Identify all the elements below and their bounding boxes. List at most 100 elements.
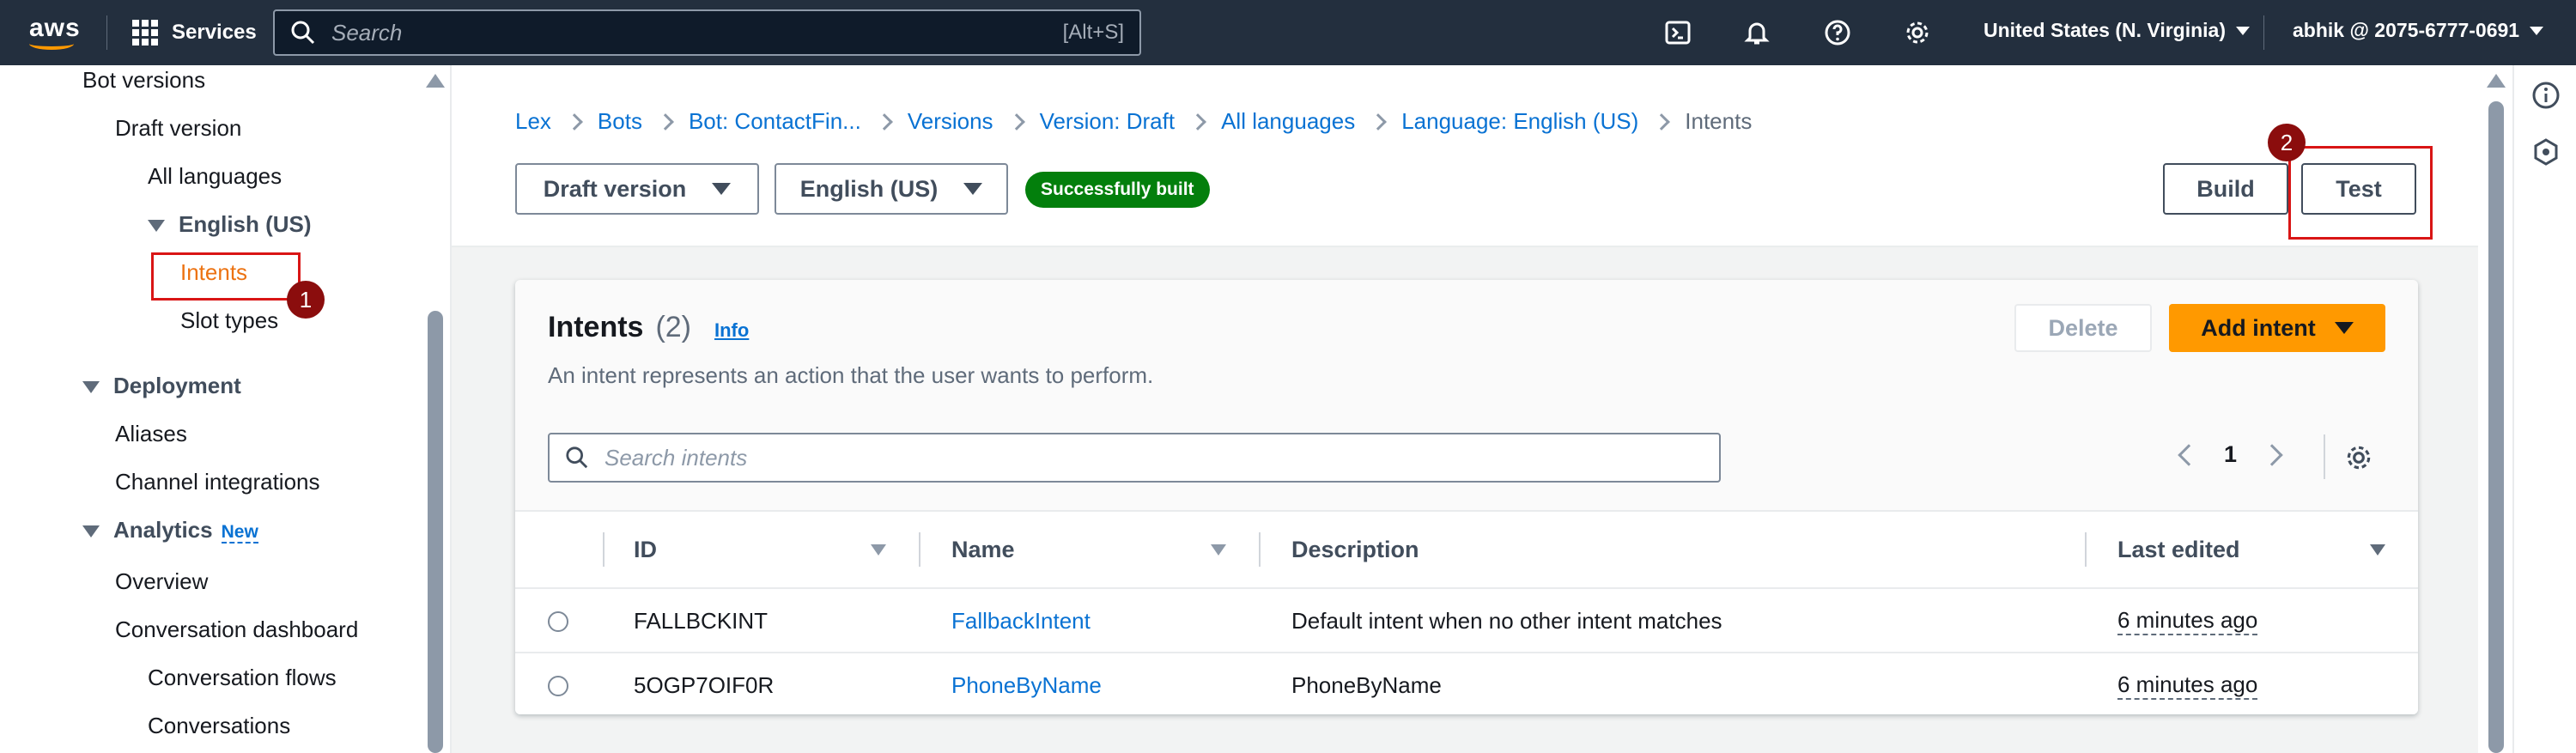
region-selector[interactable]: United States (N. Virginia) — [1984, 19, 2251, 42]
intents-table: ID Name Description Last edited FALLBCKI… — [515, 510, 2418, 714]
nav-divider — [2263, 15, 2264, 50]
column-header-label: ID — [634, 536, 657, 562]
breadcrumb-bot[interactable]: Bot: ContactFin... — [689, 108, 861, 135]
sort-icon[interactable] — [871, 544, 886, 556]
version-select-label: Draft version — [543, 175, 687, 202]
sidebar-item-conversation-flows[interactable]: Conversation flows — [148, 665, 337, 691]
table-settings-gear-icon[interactable] — [2344, 443, 2373, 472]
breadcrumb-version-draft[interactable]: Version: Draft — [1040, 108, 1176, 135]
sidebar-item-english-us[interactable]: English (US) — [148, 211, 312, 238]
breadcrumb-versions[interactable]: Versions — [908, 108, 993, 135]
last-edited-value[interactable]: 6 minutes ago — [2117, 607, 2258, 635]
column-header-last-edited[interactable]: Last edited — [2117, 512, 2240, 587]
sidebar-item-aliases[interactable]: Aliases — [115, 421, 187, 447]
left-sidebar: Bot versions Draft version All languages… — [0, 65, 450, 753]
scroll-up-arrow-icon[interactable] — [2487, 74, 2506, 88]
previous-page-icon[interactable] — [2178, 443, 2200, 466]
caret-down-icon — [963, 183, 983, 195]
table-row[interactable]: FALLBCKINT FallbackIntent Default intent… — [515, 587, 2418, 652]
row-select-radio[interactable] — [548, 589, 568, 653]
pagination: 1 — [2178, 441, 2283, 468]
language-select[interactable]: English (US) — [775, 163, 1008, 215]
breadcrumb-lex[interactable]: Lex — [515, 108, 551, 135]
panel-title: Intents — [548, 311, 644, 343]
last-edited-cell: 6 minutes ago — [2117, 589, 2258, 653]
chevron-right-icon — [875, 112, 893, 131]
sidebar-item-channel-integrations[interactable]: Channel integrations — [115, 469, 320, 495]
intent-name-link[interactable]: PhoneByName — [951, 672, 1102, 699]
intent-name-link[interactable]: FallbackIntent — [951, 608, 1091, 635]
expand-caret-icon — [148, 220, 165, 233]
gear-icon[interactable] — [1900, 15, 1935, 50]
main-scroll-thumb[interactable] — [2488, 101, 2504, 753]
bell-icon[interactable] — [1740, 15, 1774, 50]
search-shortcut-hint: [Alt+S] — [1062, 21, 1124, 44]
new-badge: New — [221, 522, 258, 543]
sidebar-scroll-thumb[interactable] — [428, 311, 443, 753]
breadcrumb-current: Intents — [1685, 108, 1753, 134]
intent-id: 5OGP7OIF0R — [634, 672, 775, 698]
next-page-icon[interactable] — [2261, 443, 2283, 466]
row-select-radio[interactable] — [548, 653, 568, 718]
intents-panel: Intents (2) Info An intent represents an … — [515, 280, 2418, 714]
column-header-name[interactable]: Name — [951, 512, 1015, 587]
sidebar-section-deployment[interactable]: Deployment — [82, 373, 241, 399]
add-intent-button[interactable]: Add intent — [2169, 304, 2385, 352]
sort-icon[interactable] — [1211, 544, 1226, 556]
account-menu[interactable]: abhik @ 2075-6777-0691 — [2293, 19, 2544, 42]
add-intent-label: Add intent — [2201, 314, 2316, 341]
breadcrumb-language[interactable]: Language: English (US) — [1401, 108, 1638, 135]
sidebar-item-bot-versions[interactable]: Bot versions — [82, 67, 205, 94]
sidebar-item-all-languages[interactable]: All languages — [148, 163, 282, 190]
chevron-right-icon — [1653, 112, 1671, 131]
sidebar-item-conversation-dashboard[interactable]: Conversation dashboard — [115, 616, 358, 643]
services-menu-button[interactable]: Services — [132, 17, 257, 48]
top-navigation-bar: aws Services [Alt+S] United States (N. V… — [0, 0, 2576, 65]
page-header: Lex Bots Bot: ContactFin... Versions Ver… — [452, 65, 2478, 247]
radio-button[interactable] — [548, 675, 568, 696]
intent-search-input[interactable] — [605, 444, 1719, 471]
sort-descending-icon[interactable] — [2370, 544, 2385, 556]
sidebar-item-draft-version[interactable]: Draft version — [115, 115, 241, 142]
aws-smile-icon — [29, 38, 74, 50]
intent-id: FALLBCKINT — [634, 608, 769, 634]
caret-down-icon — [2334, 322, 2354, 334]
scroll-up-arrow-icon[interactable] — [426, 74, 445, 88]
pager-divider — [2324, 434, 2325, 479]
sidebar-item-overview[interactable]: Overview — [115, 568, 208, 595]
intent-name-cell: FallbackIntent — [951, 589, 1091, 653]
table-row[interactable]: 5OGP7OIF0R PhoneByName PhoneByName 6 min… — [515, 652, 2418, 716]
info-link[interactable]: Info — [714, 319, 749, 342]
expand-caret-icon — [82, 525, 100, 538]
info-icon[interactable] — [2531, 81, 2561, 110]
breadcrumb-all-languages[interactable]: All languages — [1221, 108, 1355, 135]
column-header-id[interactable]: ID — [634, 512, 657, 587]
version-select[interactable]: Draft version — [515, 163, 759, 215]
account-label: abhik @ 2075-6777-0691 — [2293, 19, 2520, 41]
delete-button[interactable]: Delete — [2014, 304, 2152, 352]
help-icon[interactable] — [1820, 15, 1855, 50]
global-search-box[interactable]: [Alt+S] — [273, 9, 1141, 56]
hexagon-settings-icon[interactable] — [2531, 137, 2561, 167]
intent-description: PhoneByName — [1291, 672, 1442, 698]
services-label: Services — [172, 21, 257, 44]
build-button[interactable]: Build — [2163, 163, 2288, 215]
intents-count: (2) — [655, 311, 692, 343]
intent-description: Default intent when no other intent matc… — [1291, 608, 1722, 634]
page-number[interactable]: 1 — [2224, 441, 2237, 468]
chevron-right-icon — [1007, 112, 1025, 131]
radio-button[interactable] — [548, 610, 568, 632]
global-search-input[interactable] — [331, 19, 1063, 46]
cloudshell-icon[interactable] — [1661, 15, 1695, 50]
last-edited-value[interactable]: 6 minutes ago — [2117, 671, 2258, 700]
sidebar-item-conversations[interactable]: Conversations — [148, 713, 290, 739]
intent-search-box[interactable] — [548, 433, 1721, 483]
chevron-right-icon — [1189, 112, 1206, 131]
aws-logo[interactable]: aws — [26, 12, 80, 53]
expand-caret-icon — [82, 381, 100, 394]
breadcrumb-bots[interactable]: Bots — [598, 108, 642, 135]
sidebar-section-analytics[interactable]: Analytics New — [82, 517, 258, 543]
sidebar-item-slot-types[interactable]: Slot types — [180, 307, 278, 334]
right-utility-panel — [2512, 65, 2576, 753]
column-header-description[interactable]: Description — [1291, 512, 1419, 587]
